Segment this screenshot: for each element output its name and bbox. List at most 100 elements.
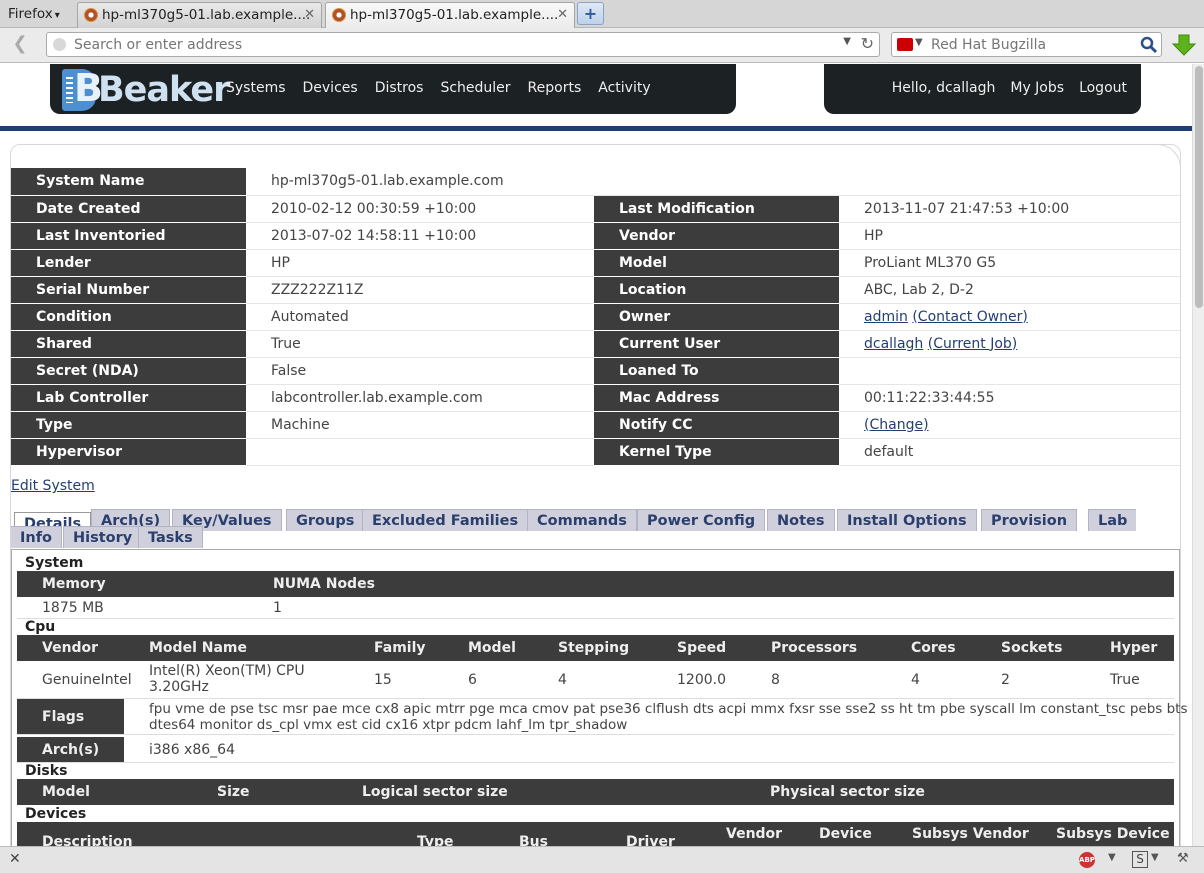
firefox-menu-label: Firefox xyxy=(8,6,53,22)
user-header: Hello, dcallagh My Jobs Logout xyxy=(824,64,1141,114)
col-processors: Processors xyxy=(771,640,858,656)
main-header: B Beaker Systems Devices Distros Scheduler R… xyxy=(50,64,736,114)
url-input[interactable] xyxy=(72,35,832,54)
col-vendor: Vendor xyxy=(726,826,783,842)
col-subsys-device: Subsys Device xyxy=(1056,826,1170,842)
property-row: Lab Controller labcontroller.lab.example.… xyxy=(11,384,1180,412)
col-description: Description xyxy=(42,834,133,846)
cpu-hyper-value: True xyxy=(1110,672,1140,688)
stylish-icon[interactable]: S xyxy=(1132,851,1148,868)
property-row: Hypervisor Kernel Type default xyxy=(11,438,1180,466)
close-icon[interactable]: ✕ xyxy=(557,3,568,27)
col-bus: Bus xyxy=(519,834,548,846)
current-user-action-link[interactable]: (Current Job) xyxy=(928,336,1018,352)
current-user-link[interactable]: dcallagh xyxy=(864,336,923,352)
cpu-family-value: 15 xyxy=(374,672,392,688)
owner-action-link[interactable]: (Contact Owner) xyxy=(912,309,1028,325)
tab-power-config[interactable]: Power Config xyxy=(637,509,766,531)
serial-number-value: ZZZ222Z11Z xyxy=(246,276,594,304)
cpu-model-name-line2: 3.20GHz xyxy=(149,679,209,695)
col-speed: Speed xyxy=(677,640,727,656)
col-physical-sector: Physical sector size xyxy=(770,784,925,800)
chevron-down-icon[interactable]: ▼ xyxy=(1108,852,1116,863)
col-stepping: Stepping xyxy=(558,640,630,656)
system-section-heading: System xyxy=(25,555,84,571)
notify-cc-link[interactable]: (Change) xyxy=(864,417,929,433)
col-logical-sector: Logical sector size xyxy=(362,784,508,800)
page-scrollbar[interactable] xyxy=(1192,64,1204,846)
tab-info[interactable]: Info xyxy=(11,526,62,548)
chevron-down-icon[interactable]: ▼ xyxy=(1151,852,1159,863)
current-user-label: Current User xyxy=(594,330,839,358)
user-greeting[interactable]: Hello, dcallagh xyxy=(892,80,996,96)
nav-scheduler[interactable]: Scheduler xyxy=(440,80,510,96)
last-inventoried-label: Last Inventoried xyxy=(11,222,246,250)
cpu-cores-value: 4 xyxy=(911,672,920,688)
nav-devices[interactable]: Devices xyxy=(303,80,358,96)
property-row: System Name hp-ml370g5-01.lab.example.com xyxy=(11,168,1180,196)
browser-tab-bar: Firefox ▾ hp-ml370g5-01.lab.example.... ✕… xyxy=(0,0,1204,28)
nav-distros[interactable]: Distros xyxy=(375,80,424,96)
tab-excluded-families[interactable]: Excluded Families xyxy=(362,509,529,531)
col-type: Type xyxy=(417,834,454,846)
search-input[interactable] xyxy=(929,35,1134,54)
tab-lab[interactable]: Lab xyxy=(1088,509,1137,531)
col-device: Device xyxy=(819,826,872,842)
date-created-label: Date Created xyxy=(11,195,246,223)
beaker-logo-mark: B xyxy=(62,66,103,111)
lab-controller-label: Lab Controller xyxy=(11,384,246,412)
col-model-name: Model Name xyxy=(149,640,247,656)
search-bar[interactable]: ▼ xyxy=(891,32,1162,57)
tab-install-options[interactable]: Install Options xyxy=(837,509,977,531)
close-icon[interactable]: ✕ xyxy=(304,3,315,27)
reload-icon[interactable]: ↻ xyxy=(861,34,874,53)
cpu-speed-value: 1200.0 xyxy=(677,672,726,688)
close-icon[interactable]: ✕ xyxy=(9,851,21,867)
firefox-menu-button[interactable]: Firefox ▾ xyxy=(4,3,64,25)
browser-tab-2[interactable]: hp-ml370g5-01.lab.example.... ✕ xyxy=(325,2,575,28)
tab-tasks[interactable]: Tasks xyxy=(138,526,203,548)
back-arrow-icon[interactable]: ❮ xyxy=(5,34,35,56)
edit-system-link[interactable]: Edit System xyxy=(11,478,95,494)
my-jobs-link[interactable]: My Jobs xyxy=(1010,80,1064,96)
date-created-value: 2010-02-12 00:30:59 +10:00 xyxy=(246,195,594,223)
flags-line-2: dtes64 monitor ds_cpl vmx est cid cx16 x… xyxy=(149,717,628,733)
url-bar[interactable]: ▼ ↻ xyxy=(46,32,880,57)
tab-commands[interactable]: Commands xyxy=(527,509,637,531)
system-name-value: hp-ml370g5-01.lab.example.com xyxy=(246,168,1180,196)
chevron-down-icon: ▼ xyxy=(915,37,923,48)
adblock-icon[interactable]: ABP xyxy=(1079,852,1095,868)
search-icon[interactable] xyxy=(1140,36,1158,54)
location-label: Location xyxy=(594,276,839,304)
tools-icon[interactable]: ⚒ xyxy=(1177,851,1189,866)
browser-tab-1[interactable]: hp-ml370g5-01.lab.example.... ✕ xyxy=(77,2,322,28)
tab-notes[interactable]: Notes xyxy=(767,509,835,531)
chevron-down-icon[interactable]: ▼ xyxy=(843,36,851,47)
cpu-section-heading: Cpu xyxy=(25,619,56,635)
tab-groups[interactable]: Groups xyxy=(286,509,365,531)
col-disk-model: Model xyxy=(42,784,90,800)
property-row: Condition Automated Owner admin (Contact Ow… xyxy=(11,303,1180,331)
vendor-label: Vendor xyxy=(594,222,839,250)
detail-tabs: Details Arch(s) Key/Values Groups Excluded F… xyxy=(11,509,1180,549)
kernel-type-value: default xyxy=(839,438,1180,466)
system-name-label: System Name xyxy=(11,168,246,196)
nav-activity[interactable]: Activity xyxy=(598,80,650,96)
download-arrow-icon[interactable] xyxy=(1170,33,1198,57)
scrollbar-thumb[interactable] xyxy=(1195,66,1203,308)
nav-systems[interactable]: Systems xyxy=(226,80,286,96)
logout-link[interactable]: Logout xyxy=(1079,80,1127,96)
disks-section-heading: Disks xyxy=(25,763,68,779)
search-engine-selector[interactable]: ▼ xyxy=(895,36,925,54)
col-cores: Cores xyxy=(911,640,956,656)
nav-reports[interactable]: Reports xyxy=(528,80,582,96)
owner-link[interactable]: admin xyxy=(864,309,908,325)
browser-tab-title: hp-ml370g5-01.lab.example.... xyxy=(102,7,311,23)
tab-provision[interactable]: Provision xyxy=(981,509,1078,531)
tab-history[interactable]: History xyxy=(63,526,143,548)
model-value: ProLiant ML370 G5 xyxy=(839,249,1180,277)
col-family: Family xyxy=(374,640,426,656)
notify-cc-value: (Change) xyxy=(839,411,1180,439)
vendor-value: HP xyxy=(839,222,1180,250)
new-tab-button[interactable]: + xyxy=(577,2,604,25)
